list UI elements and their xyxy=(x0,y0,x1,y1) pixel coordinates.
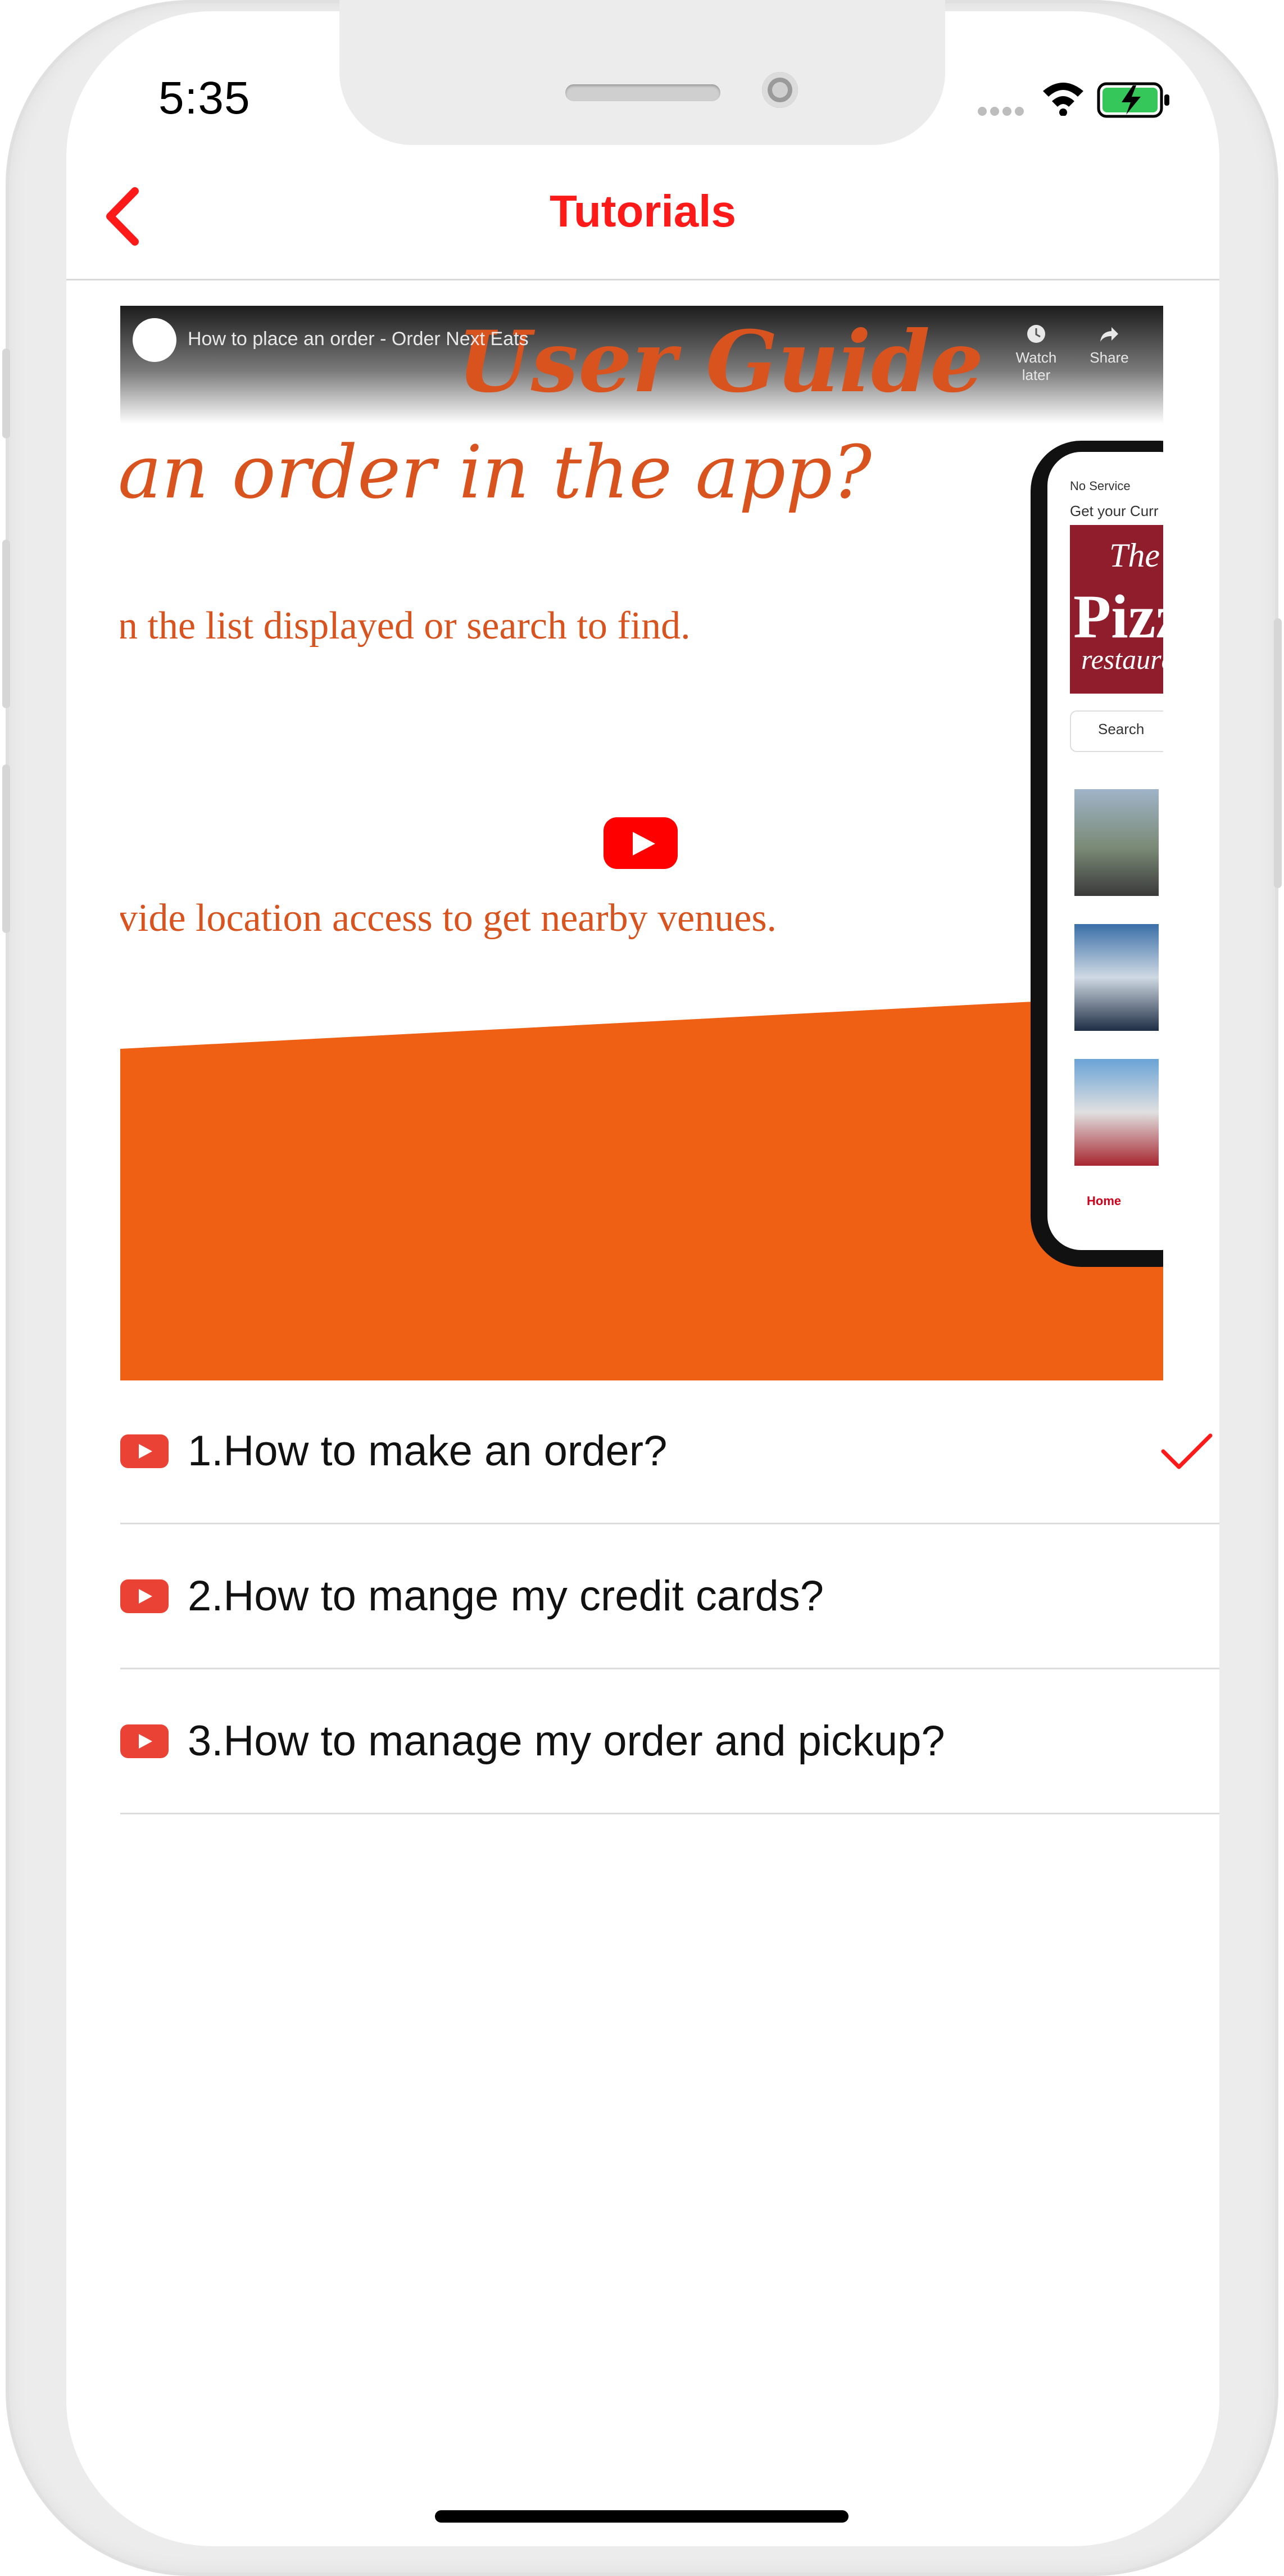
channel-avatar[interactable] xyxy=(133,318,176,362)
status-time: 5:35 xyxy=(158,73,251,124)
watch-later-button[interactable]: Watch later xyxy=(1002,323,1070,384)
share-label: Share xyxy=(1090,349,1129,366)
tutorial-item-1[interactable]: 1.How to make an order? xyxy=(120,1380,1219,1524)
mockup-venue-thumb xyxy=(1074,924,1159,1031)
watch-later-label: Watch later xyxy=(1015,349,1057,383)
mockup-tab-home: Home xyxy=(1087,1194,1122,1208)
phone-mockup-screen: No Service Get your Curr The Pizza resta… xyxy=(1047,452,1163,1250)
volume-up-button xyxy=(2,540,10,708)
tutorial-item-3[interactable]: 3.How to manage my order and pickup? xyxy=(120,1670,1219,1814)
signal-dots-icon xyxy=(978,107,1027,119)
volume-down-button xyxy=(2,764,10,933)
youtube-icon xyxy=(120,1724,169,1758)
mockup-status: No Service xyxy=(1070,479,1131,493)
youtube-icon xyxy=(120,1434,169,1468)
mockup-banner-pizza: Pizza xyxy=(1073,582,1163,651)
video-player[interactable]: an order in the app? n the list displaye… xyxy=(120,306,1163,1380)
speaker xyxy=(565,84,720,101)
mute-switch xyxy=(2,348,10,438)
notch xyxy=(339,0,945,145)
mockup-venue-thumb xyxy=(1074,789,1159,896)
power-button xyxy=(1274,618,1282,888)
tutorial-label: 2.How to mange my credit cards? xyxy=(188,1572,824,1620)
nav-divider xyxy=(66,279,1219,280)
slide-line-2: n the list displayed or search to find. xyxy=(120,604,691,648)
slide-line-3: vide location access to get nearby venue… xyxy=(120,897,777,940)
wifi-icon xyxy=(1043,83,1083,116)
slide-title: User Guide xyxy=(457,313,984,411)
battery-charging-icon xyxy=(1097,82,1169,118)
mockup-search-placeholder: Search xyxy=(1098,721,1145,737)
front-camera xyxy=(762,72,798,108)
checkmark-icon xyxy=(1161,1433,1213,1469)
mockup-banner-the: The xyxy=(1109,537,1160,574)
mockup-location: Get your Curr xyxy=(1070,502,1159,519)
clock-icon xyxy=(1027,325,1045,343)
share-icon xyxy=(1100,327,1118,342)
tutorial-label: 1.How to make an order? xyxy=(188,1427,668,1475)
page-title: Tutorials xyxy=(550,186,736,236)
share-button[interactable]: Share xyxy=(1076,323,1143,366)
video-caption[interactable]: How to place an order - Order Next Eats xyxy=(188,328,529,350)
mockup-banner-restaurant: restaurant xyxy=(1081,644,1163,675)
tutorial-item-2[interactable]: 2.How to mange my credit cards? xyxy=(120,1525,1219,1669)
youtube-icon xyxy=(120,1579,169,1613)
youtube-play-icon[interactable] xyxy=(604,817,678,869)
slide-line-1: an order in the app? xyxy=(120,429,872,515)
mockup-venue-thumb xyxy=(1074,1059,1159,1166)
tutorial-label: 3.How to manage my order and pickup? xyxy=(188,1717,945,1765)
home-indicator[interactable] xyxy=(435,2510,849,2523)
